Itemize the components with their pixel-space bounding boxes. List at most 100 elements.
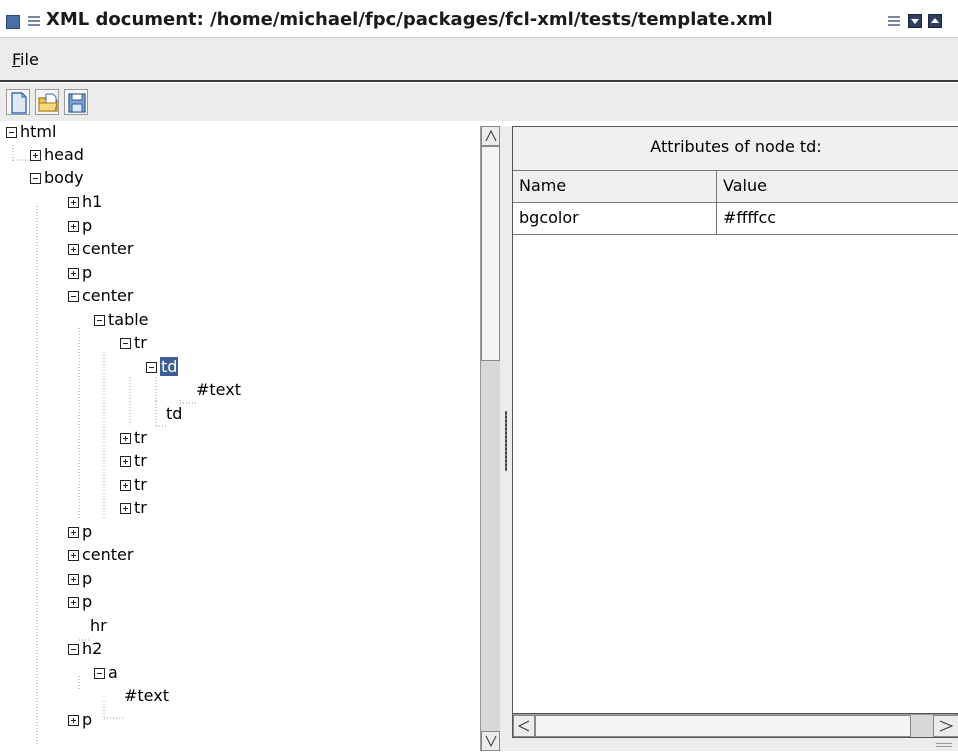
hscroll-thumb[interactable] (535, 715, 911, 737)
expand-icon[interactable] (68, 527, 79, 538)
tree-node-label[interactable]: html (20, 122, 56, 141)
tree-node-label[interactable]: tr (134, 475, 147, 494)
tree-node-label[interactable]: p (82, 569, 92, 588)
tree-node-label[interactable]: p (82, 710, 92, 729)
expand-icon[interactable] (120, 433, 131, 444)
table-row[interactable]: bgcolor #ffffcc (513, 203, 958, 235)
resize-grip-icon[interactable] (936, 743, 952, 749)
tree-node-label[interactable]: tr (134, 498, 147, 517)
new-button[interactable] (6, 89, 30, 115)
scroll-down-button[interactable] (481, 731, 500, 751)
tree-node[interactable]: tr (120, 332, 147, 354)
expand-icon[interactable] (30, 150, 41, 161)
expand-icon[interactable] (68, 221, 79, 232)
tree-node-label[interactable]: tr (134, 333, 147, 352)
expand-icon[interactable] (68, 597, 79, 608)
tree-node[interactable]: td (166, 403, 182, 425)
expand-icon[interactable] (68, 244, 79, 255)
tree-node-label[interactable]: p (82, 592, 92, 611)
collapse-icon[interactable] (68, 644, 79, 655)
save-button[interactable] (64, 89, 88, 115)
tree-node[interactable]: td (146, 356, 179, 378)
tree-node-label[interactable]: #text (196, 380, 241, 399)
tree-node[interactable]: p (68, 521, 92, 543)
tree-node-label[interactable]: hr (90, 616, 107, 635)
tree-node-label[interactable]: a (108, 663, 118, 682)
scroll-left-button[interactable] (513, 715, 535, 737)
tree-node[interactable]: p (68, 262, 92, 284)
splitter-grip-icon (505, 411, 507, 471)
tree-node[interactable]: body (30, 167, 84, 189)
tree-node[interactable]: head (30, 144, 84, 166)
attribute-value-cell[interactable]: #ffffcc (717, 203, 958, 234)
collapse-icon[interactable] (94, 668, 105, 679)
xml-tree-view[interactable]: html head body h1 p center p center table tr td #te… (0, 121, 480, 751)
expand-icon[interactable] (68, 574, 79, 585)
expand-icon[interactable] (120, 456, 131, 467)
tree-node-label[interactable]: p (82, 522, 92, 541)
column-header-name[interactable]: Name (513, 171, 717, 202)
tree-node-label[interactable]: center (82, 286, 133, 305)
attributes-grid[interactable]: Attributes of node td: Name Value bgcolo… (512, 126, 958, 714)
tree-node[interactable]: center (68, 238, 133, 260)
tree-node[interactable]: #text (196, 379, 241, 401)
tree-node[interactable]: tr (120, 427, 147, 449)
tree-node-label[interactable]: h2 (82, 639, 102, 658)
scroll-thumb[interactable] (481, 146, 500, 361)
open-button[interactable] (35, 89, 59, 115)
collapse-icon[interactable] (94, 315, 105, 326)
scroll-right-button[interactable] (933, 715, 958, 737)
tree-node[interactable]: h2 (68, 638, 102, 660)
attribute-name-cell[interactable]: bgcolor (513, 203, 717, 234)
expand-icon[interactable] (68, 550, 79, 561)
tree-node[interactable]: html (6, 121, 56, 143)
title-bar[interactable]: XML document: /home/michael/fpc/packages… (0, 6, 958, 38)
tree-node-label[interactable]: #text (124, 686, 169, 705)
minimize-button[interactable] (908, 14, 922, 28)
menu-file[interactable]: File (12, 50, 39, 69)
collapse-icon[interactable] (120, 338, 131, 349)
tree-node[interactable]: center (68, 544, 133, 566)
tree-node-label[interactable]: center (82, 545, 133, 564)
tree-node[interactable]: p (68, 568, 92, 590)
tree-node-label[interactable]: p (82, 263, 92, 282)
tree-node[interactable]: hr (90, 615, 107, 637)
tree-node-label[interactable]: center (82, 239, 133, 258)
tree-node[interactable]: p (68, 591, 92, 613)
tree-node-label[interactable]: h1 (82, 192, 102, 211)
tree-node[interactable]: tr (120, 474, 147, 496)
collapse-icon[interactable] (68, 291, 79, 302)
expand-icon[interactable] (120, 480, 131, 491)
attributes-horizontal-scrollbar[interactable] (512, 714, 958, 738)
tree-node-label[interactable]: td (160, 357, 179, 376)
tree-node-label[interactable]: body (44, 168, 84, 187)
expand-icon[interactable] (120, 503, 131, 514)
maximize-button[interactable] (928, 14, 942, 28)
tree-node[interactable]: tr (120, 450, 147, 472)
expand-icon[interactable] (68, 268, 79, 279)
tree-node[interactable]: p (68, 709, 92, 731)
tree-node[interactable]: a (94, 662, 118, 684)
tree-node[interactable]: center (68, 285, 133, 307)
collapse-icon[interactable] (6, 127, 17, 138)
tree-node-label[interactable]: tr (134, 451, 147, 470)
window-menu-icon[interactable] (6, 15, 20, 29)
tree-vertical-scrollbar[interactable] (480, 126, 500, 751)
collapse-icon[interactable] (30, 173, 41, 184)
expand-icon[interactable] (68, 197, 79, 208)
column-header-value[interactable]: Value (717, 171, 958, 202)
tree-node-label[interactable]: table (108, 310, 149, 329)
tree-node-label[interactable]: head (44, 145, 84, 164)
expand-icon[interactable] (68, 715, 79, 726)
scroll-up-button[interactable] (481, 126, 500, 146)
pane-splitter[interactable] (500, 126, 512, 751)
tree-node[interactable]: h1 (68, 191, 102, 213)
tree-node[interactable]: tr (120, 497, 147, 519)
tree-node-label[interactable]: td (166, 404, 182, 423)
collapse-icon[interactable] (146, 362, 157, 373)
tree-node[interactable]: p (68, 215, 92, 237)
tree-node-label[interactable]: tr (134, 428, 147, 447)
tree-node[interactable]: #text (124, 685, 169, 707)
tree-node[interactable]: table (94, 309, 149, 331)
tree-node-label[interactable]: p (82, 216, 92, 235)
